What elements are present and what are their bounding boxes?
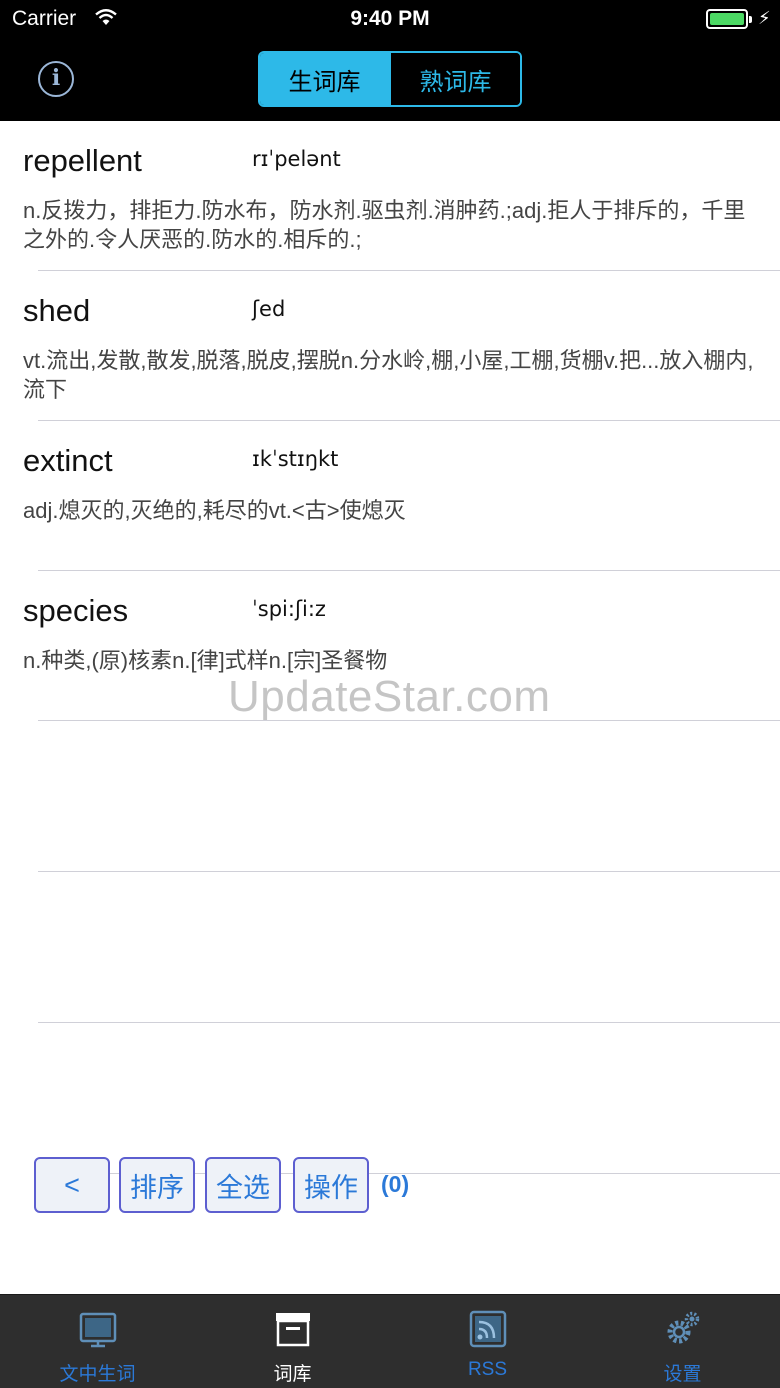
selected-count: (0) [381, 1171, 410, 1197]
tab-library[interactable]: 词库 [195, 1295, 390, 1388]
select-all-button[interactable]: 全选 [205, 1157, 281, 1213]
empty-row [0, 1023, 780, 1174]
tab-settings[interactable]: 设置 [585, 1295, 780, 1388]
meaning-text: n.种类,(原)核素n.[律]式样n.[宗]圣餐物 [23, 648, 388, 673]
empty-row [0, 872, 780, 1023]
word-row[interactable]: extinct ɪkˈstɪŋkt adj.熄灭的,灭绝的,耗尽的vt.<古>使… [0, 421, 780, 571]
tab-bar: 文中生词 词库 RSS 设置 [0, 1294, 780, 1388]
word-text: extinct [23, 443, 113, 478]
phonetic-text: rɪˈpelənt [252, 147, 341, 171]
phonetic-text: ˈspi:ʃi:z [252, 597, 326, 621]
top-bar: Carrier 9:40 PM ⚡ i 生词库 熟词库 [0, 0, 780, 121]
screen-icon [79, 1312, 117, 1348]
gear-icon [667, 1311, 700, 1344]
phonetic-text: ɪkˈstɪŋkt [252, 447, 339, 471]
back-button[interactable]: < [34, 1157, 110, 1213]
status-time: 9:40 PM [350, 7, 430, 30]
archive-box-icon [276, 1313, 310, 1347]
tab-rss[interactable]: RSS [390, 1295, 585, 1388]
word-text: shed [23, 293, 91, 328]
meaning-text: vt.流出,发散,散发,脱落,脱皮,摆脱n.分水岭,棚,小屋,工棚,货棚v.把.… [23, 348, 754, 402]
word-list: repellent rɪˈpelənt n.反拨力，排拒力.防水布，防水剂.驱虫… [0, 121, 780, 1174]
operate-button[interactable]: 操作 [293, 1157, 369, 1213]
word-row[interactable]: repellent rɪˈpelənt n.反拨力，排拒力.防水布，防水剂.驱虫… [0, 121, 780, 271]
tab-label: 词库 [273, 1364, 312, 1385]
charging-icon: ⚡ [758, 8, 771, 28]
meaning-text: n.反拨力，排拒力.防水布，防水剂.驱虫剂.消肿药.;adj.拒人于排斥的，千里… [23, 198, 746, 252]
word-text: species [23, 593, 129, 628]
tab-label: RSS [467, 1359, 508, 1380]
watermark: UpdateStar.com [228, 672, 551, 721]
meaning-text: adj.熄灭的,灭绝的,耗尽的vt.<古>使熄灭 [23, 498, 406, 523]
segment-known-words[interactable]: 熟词库 [389, 53, 520, 105]
status-bar: Carrier 9:40 PM ⚡ [0, 0, 780, 40]
sort-button[interactable]: 排序 [119, 1157, 195, 1213]
tab-words-in-text[interactable]: 文中生词 [0, 1295, 195, 1388]
word-text: repellent [23, 143, 142, 178]
segment-new-words[interactable]: 生词库 [260, 53, 389, 105]
library-segmented-control: 生词库 熟词库 [258, 51, 522, 107]
tab-label: 设置 [663, 1364, 702, 1385]
empty-row [0, 721, 780, 872]
tab-label: 文中生词 [59, 1364, 136, 1385]
phonetic-text: ʃed [252, 297, 286, 321]
rss-icon [469, 1310, 507, 1348]
info-button[interactable]: i [38, 61, 74, 97]
battery-icon [706, 9, 752, 29]
word-row[interactable]: shed ʃed vt.流出,发散,散发,脱落,脱皮,摆脱n.分水岭,棚,小屋,… [0, 271, 780, 421]
